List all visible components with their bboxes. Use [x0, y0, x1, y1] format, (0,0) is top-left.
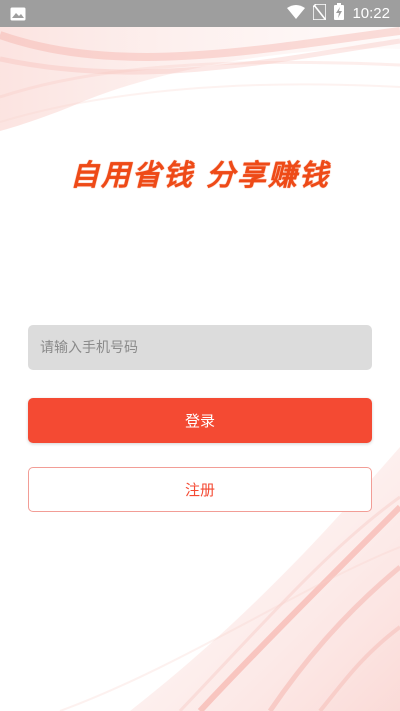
image-notification-icon — [10, 6, 26, 25]
login-button-label: 登录 — [184, 412, 215, 430]
status-icons: 10:22 — [287, 2, 390, 24]
no-sim-icon — [312, 2, 328, 24]
status-bar: 10:22 — [0, 0, 400, 27]
phone-number-input[interactable] — [28, 325, 372, 370]
status-time: 10:22 — [352, 5, 390, 22]
register-button[interactable]: 注册 — [28, 467, 372, 512]
register-button-label: 注册 — [184, 481, 215, 499]
battery-charging-icon — [334, 3, 345, 24]
wifi-icon — [287, 4, 306, 23]
slogan-title: 自用省钱 分享赚钱 — [69, 158, 331, 192]
login-button[interactable]: 登录 — [28, 398, 372, 443]
